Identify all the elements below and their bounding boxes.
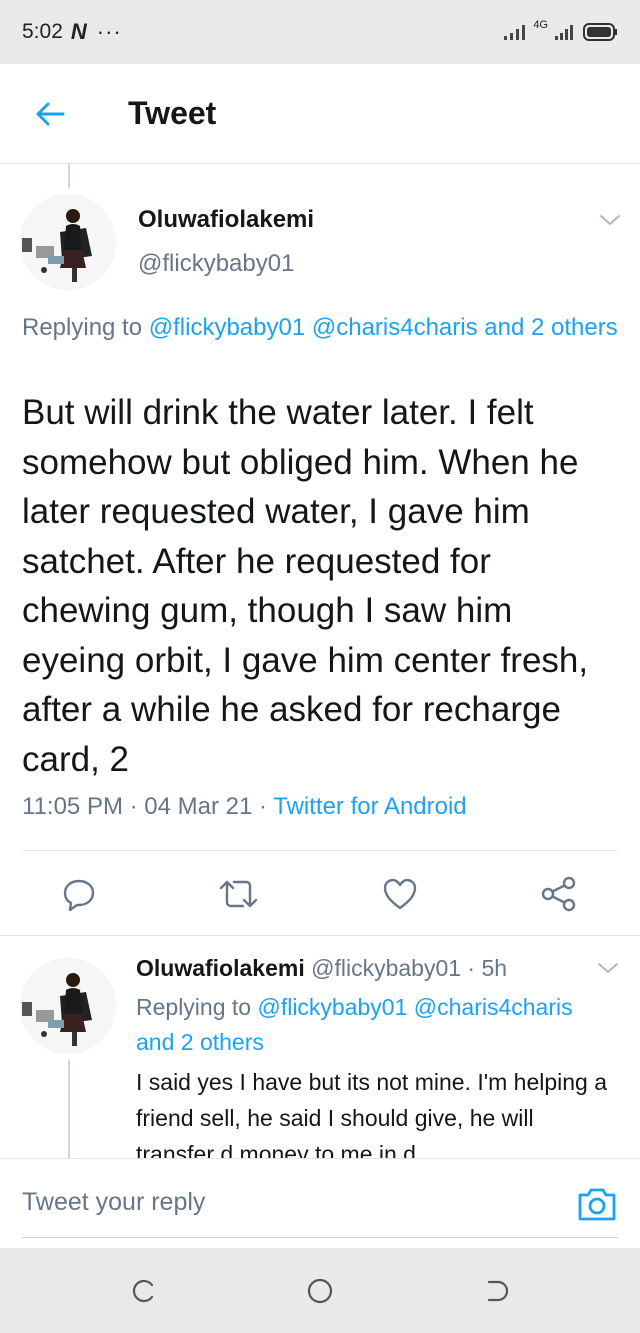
- avatar[interactable]: [20, 958, 116, 1054]
- replying-to: Replying to @flickybaby01 @charis4charis…: [22, 310, 622, 345]
- author-name[interactable]: Oluwafiolakemi: [138, 206, 314, 234]
- reply-icon[interactable]: [62, 877, 96, 911]
- retweet-button[interactable]: [217, 872, 261, 916]
- thread-connector-line: [68, 1060, 70, 1160]
- profile-photo-icon[interactable]: [20, 194, 116, 290]
- tweet-actions: [0, 860, 640, 928]
- home-icon[interactable]: [305, 1276, 335, 1306]
- status-time: 5:02: [22, 20, 63, 43]
- tweet-source-link[interactable]: Twitter for Android: [273, 793, 466, 820]
- reply-input[interactable]: Tweet your reply: [22, 1188, 205, 1217]
- reply-tweet-text: I said yes I have but its not mine. I'm …: [136, 1069, 608, 1167]
- status-bar: 5:02 N ··· 4G: [0, 0, 640, 64]
- page-title: Tweet: [128, 95, 217, 131]
- app-header: Tweet: [0, 64, 640, 164]
- reply-handle-time: @flickybaby01 · 5h: [304, 955, 508, 981]
- battery-icon: [583, 23, 617, 41]
- status-indicators: 4G: [503, 18, 618, 42]
- signal-4g-icon: [555, 25, 573, 40]
- signal-icon: [504, 25, 526, 40]
- retweet-icon[interactable]: [219, 877, 259, 911]
- reply-header[interactable]: Oluwafiolakemi @flickybaby01 · 5h: [136, 955, 507, 982]
- share-button[interactable]: [537, 872, 581, 916]
- back-nav-icon[interactable]: [482, 1276, 512, 1306]
- system-navigation-bar: [0, 1248, 640, 1333]
- more-notifications-icon: ···: [96, 19, 122, 44]
- tweet-metadata: 11:05 PM · 04 Mar 21 · Twitter for Andro…: [22, 793, 467, 821]
- tweet-timestamp: 11:05 PM · 04 Mar 21 ·: [22, 793, 274, 820]
- reply-button[interactable]: [57, 872, 101, 916]
- share-icon[interactable]: [540, 876, 578, 912]
- divider: [0, 935, 640, 936]
- like-button[interactable]: [378, 872, 422, 916]
- replying-mentions-link[interactable]: @flickybaby01 @charis4charis and 2 other…: [149, 314, 618, 341]
- camera-icon[interactable]: [576, 1183, 618, 1225]
- recent-apps-icon[interactable]: [128, 1276, 158, 1306]
- input-underline: [22, 1237, 618, 1238]
- chevron-down-icon[interactable]: [598, 212, 622, 228]
- reply-author-name[interactable]: Oluwafiolakemi: [136, 955, 305, 981]
- replying-prefix: Replying to: [22, 314, 143, 341]
- back-button[interactable]: [0, 64, 100, 164]
- camera-button[interactable]: [576, 1183, 618, 1225]
- tweet-text: But will drink the water later. I felt s…: [22, 393, 589, 779]
- like-icon[interactable]: [382, 877, 418, 911]
- profile-photo-icon[interactable]: [20, 958, 116, 1054]
- network-type: 4G: [533, 18, 548, 31]
- back-arrow-icon[interactable]: [35, 101, 65, 127]
- divider: [22, 850, 618, 851]
- thread-connector-line: [68, 164, 70, 188]
- chevron-down-icon[interactable]: [596, 960, 620, 976]
- replying-prefix: Replying to: [136, 994, 252, 1020]
- notification-icon: N: [70, 19, 87, 44]
- author-handle[interactable]: @flickybaby01: [138, 250, 294, 278]
- reply-replying-to: Replying to @flickybaby01 @charis4charis…: [136, 990, 576, 1060]
- reply-composer: Tweet your reply: [0, 1158, 640, 1248]
- avatar[interactable]: [20, 194, 116, 290]
